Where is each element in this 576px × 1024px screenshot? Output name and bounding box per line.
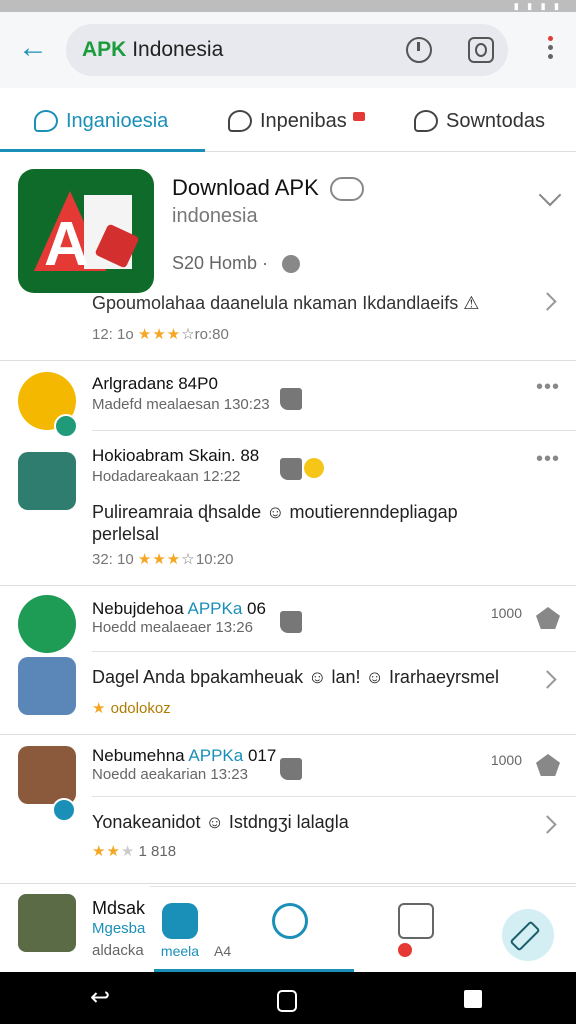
search-query: APK Indonesia <box>82 38 224 61</box>
app-rating: 12: 1o ★★★☆ro:80 <box>92 326 229 343</box>
top-app-bar: ← APK Indonesia <box>0 12 576 88</box>
list-item[interactable]: Nebujdehoa APPKa 06 Hoedd mealaeaer 13:2… <box>0 587 576 653</box>
history-icon[interactable] <box>406 37 432 63</box>
hand-avatar-icon <box>18 595 76 653</box>
item-count: 1000 <box>490 605 522 621</box>
pie-chart-icon <box>272 903 308 939</box>
notification-badge <box>352 111 365 121</box>
phones-thumbnail <box>18 657 76 715</box>
bottom-navigation: meela A4 <box>150 886 576 972</box>
chat-bubble-icon <box>34 110 58 132</box>
app-meta: S20 Homb · <box>172 253 269 273</box>
item-rating: ★★★ 1 818 <box>92 843 177 860</box>
apk-app-icon[interactable]: A <box>18 169 154 293</box>
status-icons: ▮ ▮ ▮ ▮ <box>513 1 562 11</box>
nav-label-secondary: A4 <box>214 943 232 959</box>
thumbs-up-icon[interactable] <box>280 388 302 410</box>
list-item[interactable]: Nebumehna APPKa 017 Noedd aeakarian 13:2… <box>0 736 576 822</box>
phone-thumbnail <box>18 746 76 804</box>
post-rating: 32: 10 ★★★☆ 10:20 <box>92 551 234 568</box>
list-item[interactable]: Yonakeanidot ☺ Istdngʒi lalagla ★★★ 1 81… <box>0 800 576 882</box>
tab-sowntodas[interactable]: Sowntodas <box>414 106 545 136</box>
system-navigation-bar: ↩ <box>0 972 576 1024</box>
tab-label: Sowntodas <box>446 109 545 132</box>
tab-label: Inpenibas <box>260 109 347 132</box>
system-back-icon[interactable]: ↩ <box>90 984 122 1016</box>
phone-thumbnail <box>18 452 76 510</box>
thumbs-up-icon[interactable] <box>280 458 302 480</box>
item-subtitle: Mgesba <box>92 920 146 937</box>
item-subtitle: Noedd aeakarian 13:23 <box>92 766 248 783</box>
item-subtitle: Hodadareakaan 12:22 <box>92 468 241 485</box>
active-tab-indicator <box>0 149 205 152</box>
pin-icon[interactable] <box>536 607 560 629</box>
lens-icon[interactable] <box>468 37 494 63</box>
share-icon <box>398 903 434 939</box>
system-home-icon[interactable] <box>277 990 297 1012</box>
divider <box>92 430 576 431</box>
feed-section: Nebumehna APPKa 017 Noedd aeakarian 13:2… <box>0 736 576 884</box>
chevron-down-icon[interactable] <box>538 183 562 207</box>
nav-share[interactable] <box>396 903 436 957</box>
overflow-menu-icon[interactable] <box>548 36 554 64</box>
feed-section: Arlgradanɛ 84P0 Madefd mealaesan 130:23 … <box>0 362 576 586</box>
tab-bar: Inganioesia Inpenibas Sowntodas <box>0 88 576 152</box>
item-subtitle: ★ odolokoz <box>92 700 171 717</box>
thumbs-up-icon[interactable] <box>280 758 302 780</box>
system-recents-icon[interactable] <box>464 990 482 1008</box>
divider <box>92 796 576 797</box>
chevron-right-icon[interactable] <box>538 670 557 689</box>
item-subtitle: Madefd mealaesan 130:23 <box>92 396 270 413</box>
item-title: Nebujdehoa APPKa 06 <box>92 599 266 618</box>
item-caption: aldacka <box>92 942 144 959</box>
item-title: Yonakeanidot ☺ Istdngʒi lalagla <box>92 812 349 832</box>
nav-label: meela <box>160 943 200 959</box>
star-rating-icon: ★★★ <box>137 551 182 568</box>
tab-label: Inganioesia <box>66 109 169 132</box>
star-rating-icon: ★★★ <box>137 326 182 343</box>
pin-icon[interactable] <box>536 754 560 776</box>
item-title: Nebumehna APPKa 017 <box>92 746 277 765</box>
list-item[interactable]: Hokioabram Skain. 88 Hodadareakaan 12:22… <box>0 434 576 584</box>
featured-app-card[interactable]: A Download APK indonesia S20 Homb · Gpou… <box>0 153 576 361</box>
star-rating-icon: ★★ <box>92 843 121 860</box>
app-description[interactable]: Gpoumolahaa daanelula nkaman Ikdandlaeif… <box>92 293 522 314</box>
compose-fab-icon[interactable] <box>502 909 554 961</box>
item-subtitle: Hoedd mealaeaer 13:26 <box>92 619 253 636</box>
nav-home[interactable]: meela <box>158 903 202 959</box>
status-bar: ▮ ▮ ▮ ▮ <box>0 0 576 12</box>
list-item[interactable]: Arlgradanɛ 84P0 Madefd mealaesan 130:23 … <box>0 362 576 438</box>
thumbs-up-icon[interactable] <box>280 611 302 633</box>
back-arrow-icon[interactable]: ← <box>18 33 50 66</box>
chat-bubble-icon <box>414 110 438 132</box>
more-options-icon[interactable]: ••• <box>536 448 560 471</box>
post-text-continued: perlelsal <box>92 524 160 544</box>
more-options-icon[interactable]: ••• <box>536 376 560 399</box>
feed-section: Nebujdehoa APPKa 06 Hoedd mealaeaer 13:2… <box>0 587 576 735</box>
divider <box>92 651 576 652</box>
apk-home-icon <box>162 903 198 939</box>
smiley-emoji-icon <box>304 458 324 478</box>
search-input[interactable]: APK Indonesia <box>66 24 508 76</box>
chevron-right-icon[interactable] <box>538 292 557 311</box>
item-title: Mdsak <box>92 898 146 918</box>
tab-inganioesia[interactable]: Inganioesia <box>34 106 168 136</box>
item-title: Hokioabram Skain. 88 <box>92 446 260 465</box>
app-subtitle: indonesia <box>172 205 258 227</box>
globe-icon <box>282 255 300 273</box>
item-title: Arlgradanɛ 84P0 <box>92 374 218 393</box>
link-icon[interactable] <box>330 177 364 201</box>
item-title: Dagel Anda bpakamheuak ☺ lan! ☺ Irarhaey… <box>92 667 499 687</box>
notification-dot <box>398 943 412 957</box>
post-text: Pulireamraia ɖhsalde ☺ moutierenndepliag… <box>92 502 458 522</box>
nav-stats[interactable] <box>270 903 310 943</box>
chat-bubble-icon <box>228 110 252 132</box>
tab-inpenibas[interactable]: Inpenibas <box>228 106 365 136</box>
app-title: Download APK <box>172 175 319 200</box>
list-item[interactable]: Dagel Anda bpakamheuak ☺ lan! ☺ Irarhaey… <box>0 655 576 733</box>
user-photo <box>18 894 76 952</box>
item-count: 1000 <box>490 752 522 768</box>
